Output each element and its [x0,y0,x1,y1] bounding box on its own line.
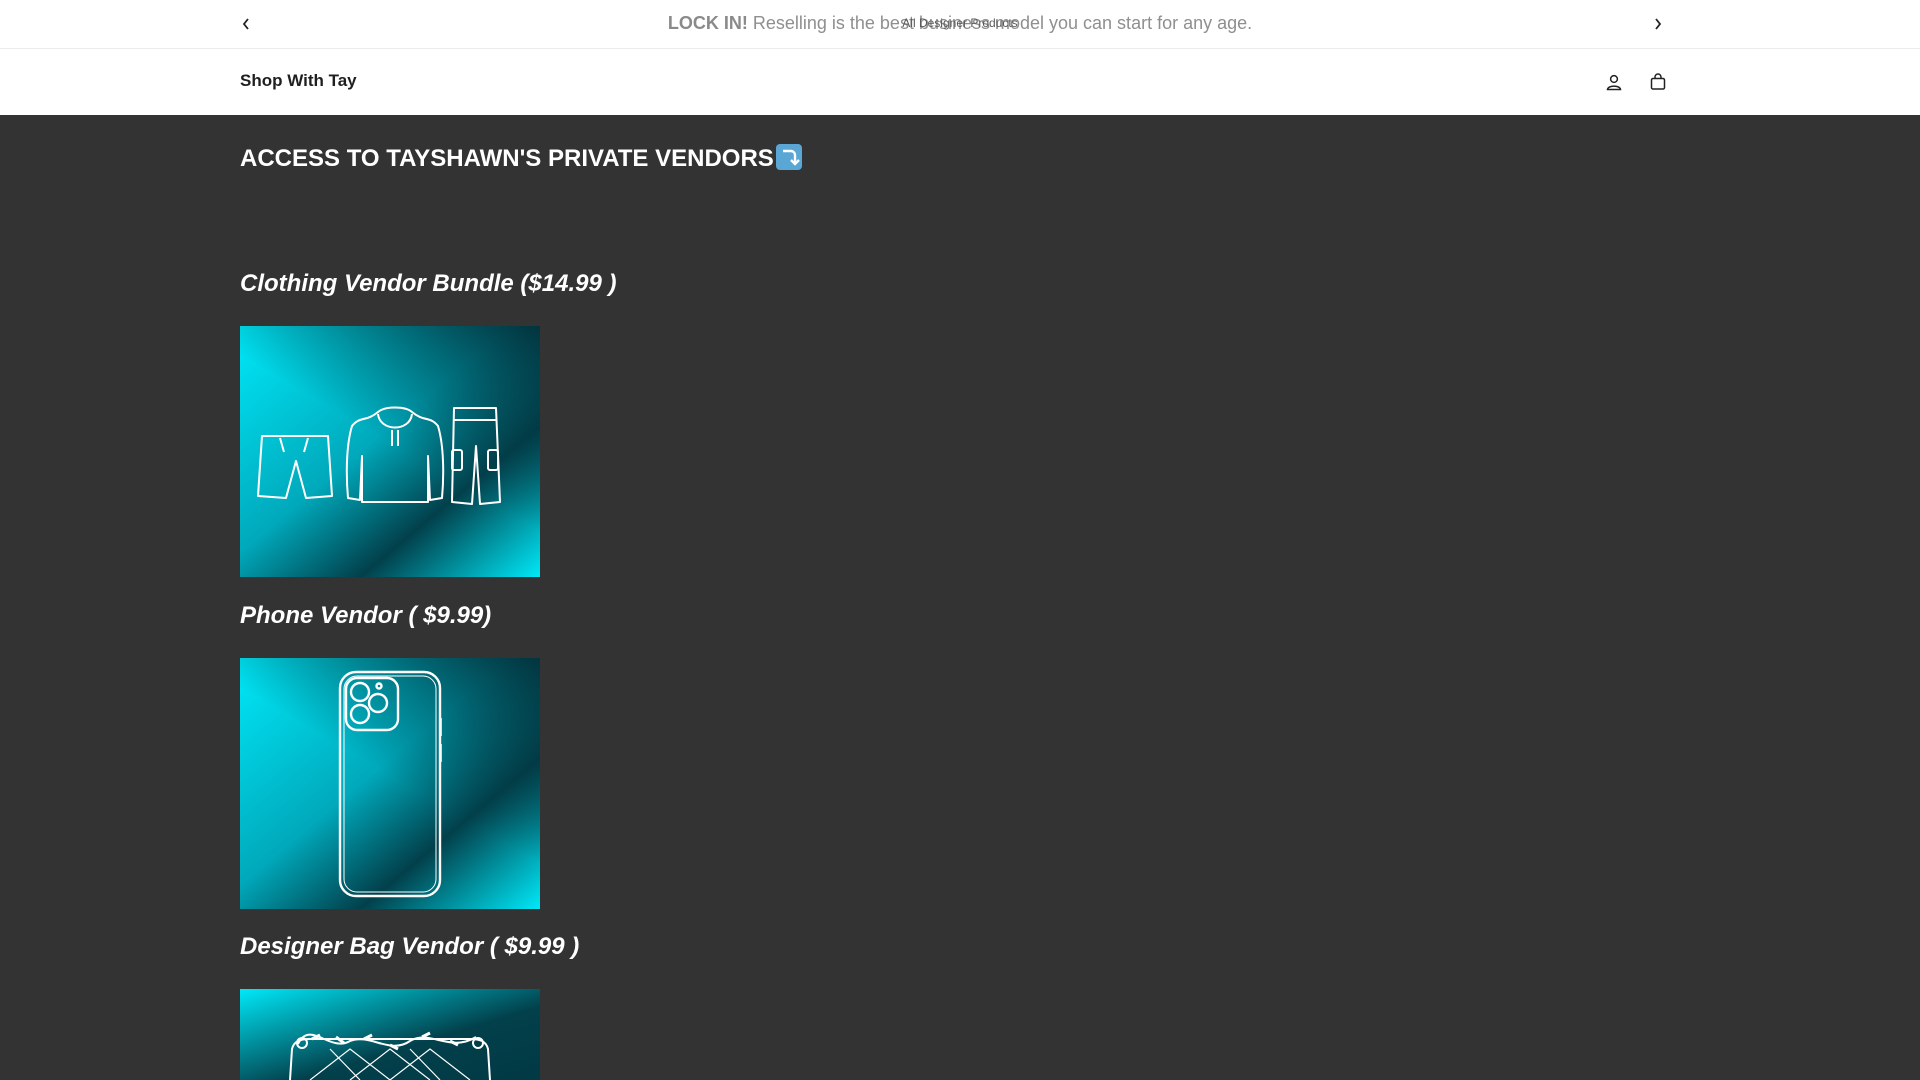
cart-icon [1650,73,1666,90]
phone-vendor-image[interactable] [240,658,540,909]
announcement-bar: LOCK IN! Reselling is the best business … [0,0,1920,49]
page-title: ACCESS TO TAYSHAWN'S PRIVATE VENDORS [240,144,802,173]
page-title-text: ACCESS TO TAYSHAWN'S PRIVATE VENDORS [240,145,774,172]
bag-outline-icon [240,989,540,1080]
section-title-bag[interactable]: Designer Bag Vendor ( $9.99 ) [240,933,579,961]
announcement-overlay-text: All Designer Products [902,16,1018,30]
cart-button[interactable] [1645,69,1671,95]
section-title-clothing[interactable]: Clothing Vendor Bundle ($14.99 ) [240,270,616,298]
chevron-right-icon [1655,18,1662,30]
arrow-down-right-emoji-icon [775,144,802,170]
account-icon [1606,74,1622,91]
site-header: Shop With Tay [0,49,1920,115]
account-button[interactable] [1601,69,1627,95]
phone-outline-icon [240,658,540,909]
store-logo[interactable]: Shop With Tay [240,71,357,91]
clothing-vendor-image[interactable] [240,326,540,577]
announcement-next-button[interactable] [1648,14,1668,34]
clothing-outline-icon [240,326,540,577]
section-title-phone[interactable]: Phone Vendor ( $9.99) [240,602,491,630]
bag-vendor-image[interactable] [240,989,540,1080]
